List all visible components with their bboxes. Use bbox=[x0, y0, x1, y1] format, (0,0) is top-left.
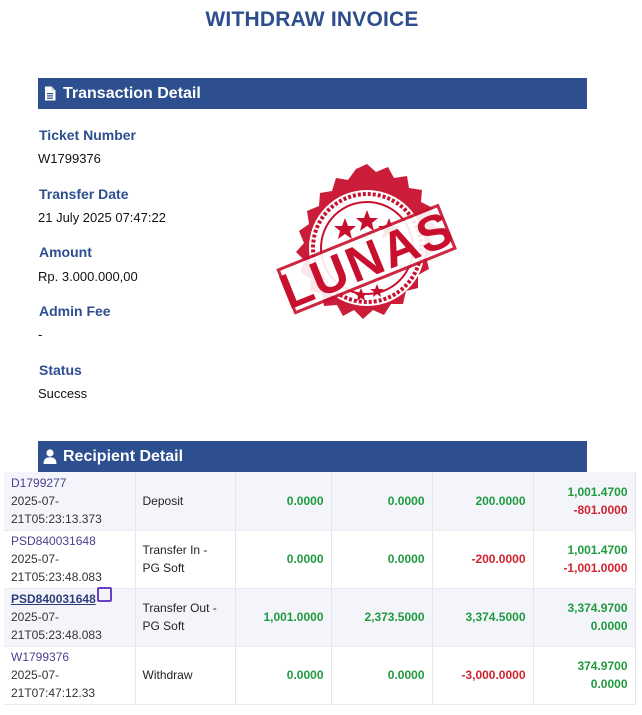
balance-value: 1,001.4700 bbox=[567, 484, 628, 499]
amount-cell: 0.0000 bbox=[235, 472, 332, 531]
amount-cell: 0.0000 bbox=[235, 530, 332, 589]
ref-time: 21T05:23:48.083 bbox=[11, 570, 102, 584]
user-icon bbox=[42, 448, 58, 466]
ref-id[interactable]: PSD840031648 bbox=[11, 592, 96, 606]
ref-time: 2025-07- bbox=[11, 552, 60, 566]
page-title: WITHDRAW INVOICE bbox=[205, 8, 419, 31]
ref-cell: W1799376 2025-07- 21T07:47:12.33 bbox=[4, 646, 136, 705]
document-icon bbox=[42, 85, 58, 103]
amount-cell: 2,373.5000 bbox=[331, 588, 433, 647]
ref-id: D1799277 bbox=[11, 475, 67, 490]
ref-time: 2025-07- bbox=[11, 610, 60, 624]
paid-stamp: LUNAS bbox=[272, 160, 462, 340]
balance-cell: 3,374.9700 0.0000 bbox=[533, 588, 636, 647]
amount-cell: -3,000.0000 bbox=[432, 646, 534, 705]
balance-value: 0.0000 bbox=[590, 677, 628, 691]
amount-cell: 1,001.0000 bbox=[235, 588, 332, 647]
transfer-date-label: Transfer Date bbox=[39, 186, 129, 202]
transaction-detail-header: Transaction Detail bbox=[38, 78, 587, 109]
type-cell: Deposit bbox=[135, 472, 236, 531]
amount-value: Rp. 3.000.000,00 bbox=[38, 269, 138, 284]
table-row: PSD840031648 2025-07- 21T05:23:48.083 Tr… bbox=[4, 587, 642, 647]
balance-value: 3,374.9700 bbox=[567, 601, 628, 615]
amount-cell: 200.0000 bbox=[432, 472, 534, 531]
table-row: D1799277 2025-07- 21T05:23:13.373 Deposi… bbox=[4, 472, 642, 531]
type-cell: Transfer Out - PG Soft bbox=[135, 588, 236, 647]
amount-cell: 0.0000 bbox=[235, 646, 332, 705]
ref-id: W1799376 bbox=[11, 650, 70, 664]
ref-time: 2025-07- bbox=[11, 668, 60, 682]
balance-cell: 1,001.4700 -801.0000 bbox=[533, 472, 636, 531]
ref-time: 21T05:23:13.373 bbox=[11, 511, 102, 526]
ref-time: 2025-07- bbox=[11, 493, 60, 508]
recipient-detail-header: Recipient Detail bbox=[38, 441, 587, 472]
table-row: PSD840031648 2025-07- 21T05:23:48.083 Tr… bbox=[4, 530, 642, 589]
ref-cell: PSD840031648 2025-07- 21T05:23:48.083 bbox=[4, 530, 136, 589]
recipient-ledger-table: D1799277 2025-07- 21T05:23:13.373 Deposi… bbox=[4, 472, 642, 705]
transaction-detail-title: Transaction Detail bbox=[63, 84, 201, 102]
amount-cell: 0.0000 bbox=[331, 472, 433, 531]
ref-time: 21T05:23:48.083 bbox=[11, 628, 102, 642]
copy-icon[interactable] bbox=[96, 587, 112, 602]
type-cell: Withdraw bbox=[135, 646, 236, 705]
amount-cell: 0.0000 bbox=[331, 530, 433, 589]
balance-cell: 374.9700 0.0000 bbox=[533, 646, 636, 705]
balance-value: -801.0000 bbox=[573, 502, 628, 517]
balance-value: 0.0000 bbox=[590, 619, 628, 633]
ticket-number-label: Ticket Number bbox=[39, 127, 136, 143]
balance-value: 1,001.4700 bbox=[567, 543, 628, 557]
amount-cell: 3,374.5000 bbox=[432, 588, 534, 647]
status-value: Success bbox=[38, 386, 88, 401]
amount-cell: 0.0000 bbox=[331, 646, 433, 705]
admin-fee-value: - bbox=[38, 327, 43, 342]
ref-id: PSD840031648 bbox=[11, 534, 96, 548]
ref-cell: D1799277 2025-07- 21T05:23:13.373 bbox=[4, 472, 136, 531]
amount-cell: -200.0000 bbox=[432, 530, 534, 589]
ref-cell: PSD840031648 2025-07- 21T05:23:48.083 bbox=[4, 587, 136, 647]
balance-value: 374.9700 bbox=[577, 659, 628, 673]
table-row: W1799376 2025-07- 21T07:47:12.33 Withdra… bbox=[4, 646, 642, 705]
balance-cell: 1,001.4700 -1,001.0000 bbox=[533, 530, 636, 589]
transfer-date-value: 21 July 2025 07:47:22 bbox=[38, 210, 166, 225]
recipient-detail-title: Recipient Detail bbox=[63, 447, 184, 465]
ref-time: 21T07:47:12.33 bbox=[11, 686, 96, 700]
ref-link[interactable]: PSD840031648 bbox=[11, 587, 128, 608]
admin-fee-label: Admin Fee bbox=[39, 303, 111, 319]
amount-label: Amount bbox=[39, 244, 92, 260]
status-label: Status bbox=[39, 362, 82, 378]
ticket-number-value: W1799376 bbox=[38, 151, 101, 166]
type-cell: Transfer In - PG Soft bbox=[135, 530, 236, 589]
balance-value: -1,001.0000 bbox=[563, 561, 628, 575]
